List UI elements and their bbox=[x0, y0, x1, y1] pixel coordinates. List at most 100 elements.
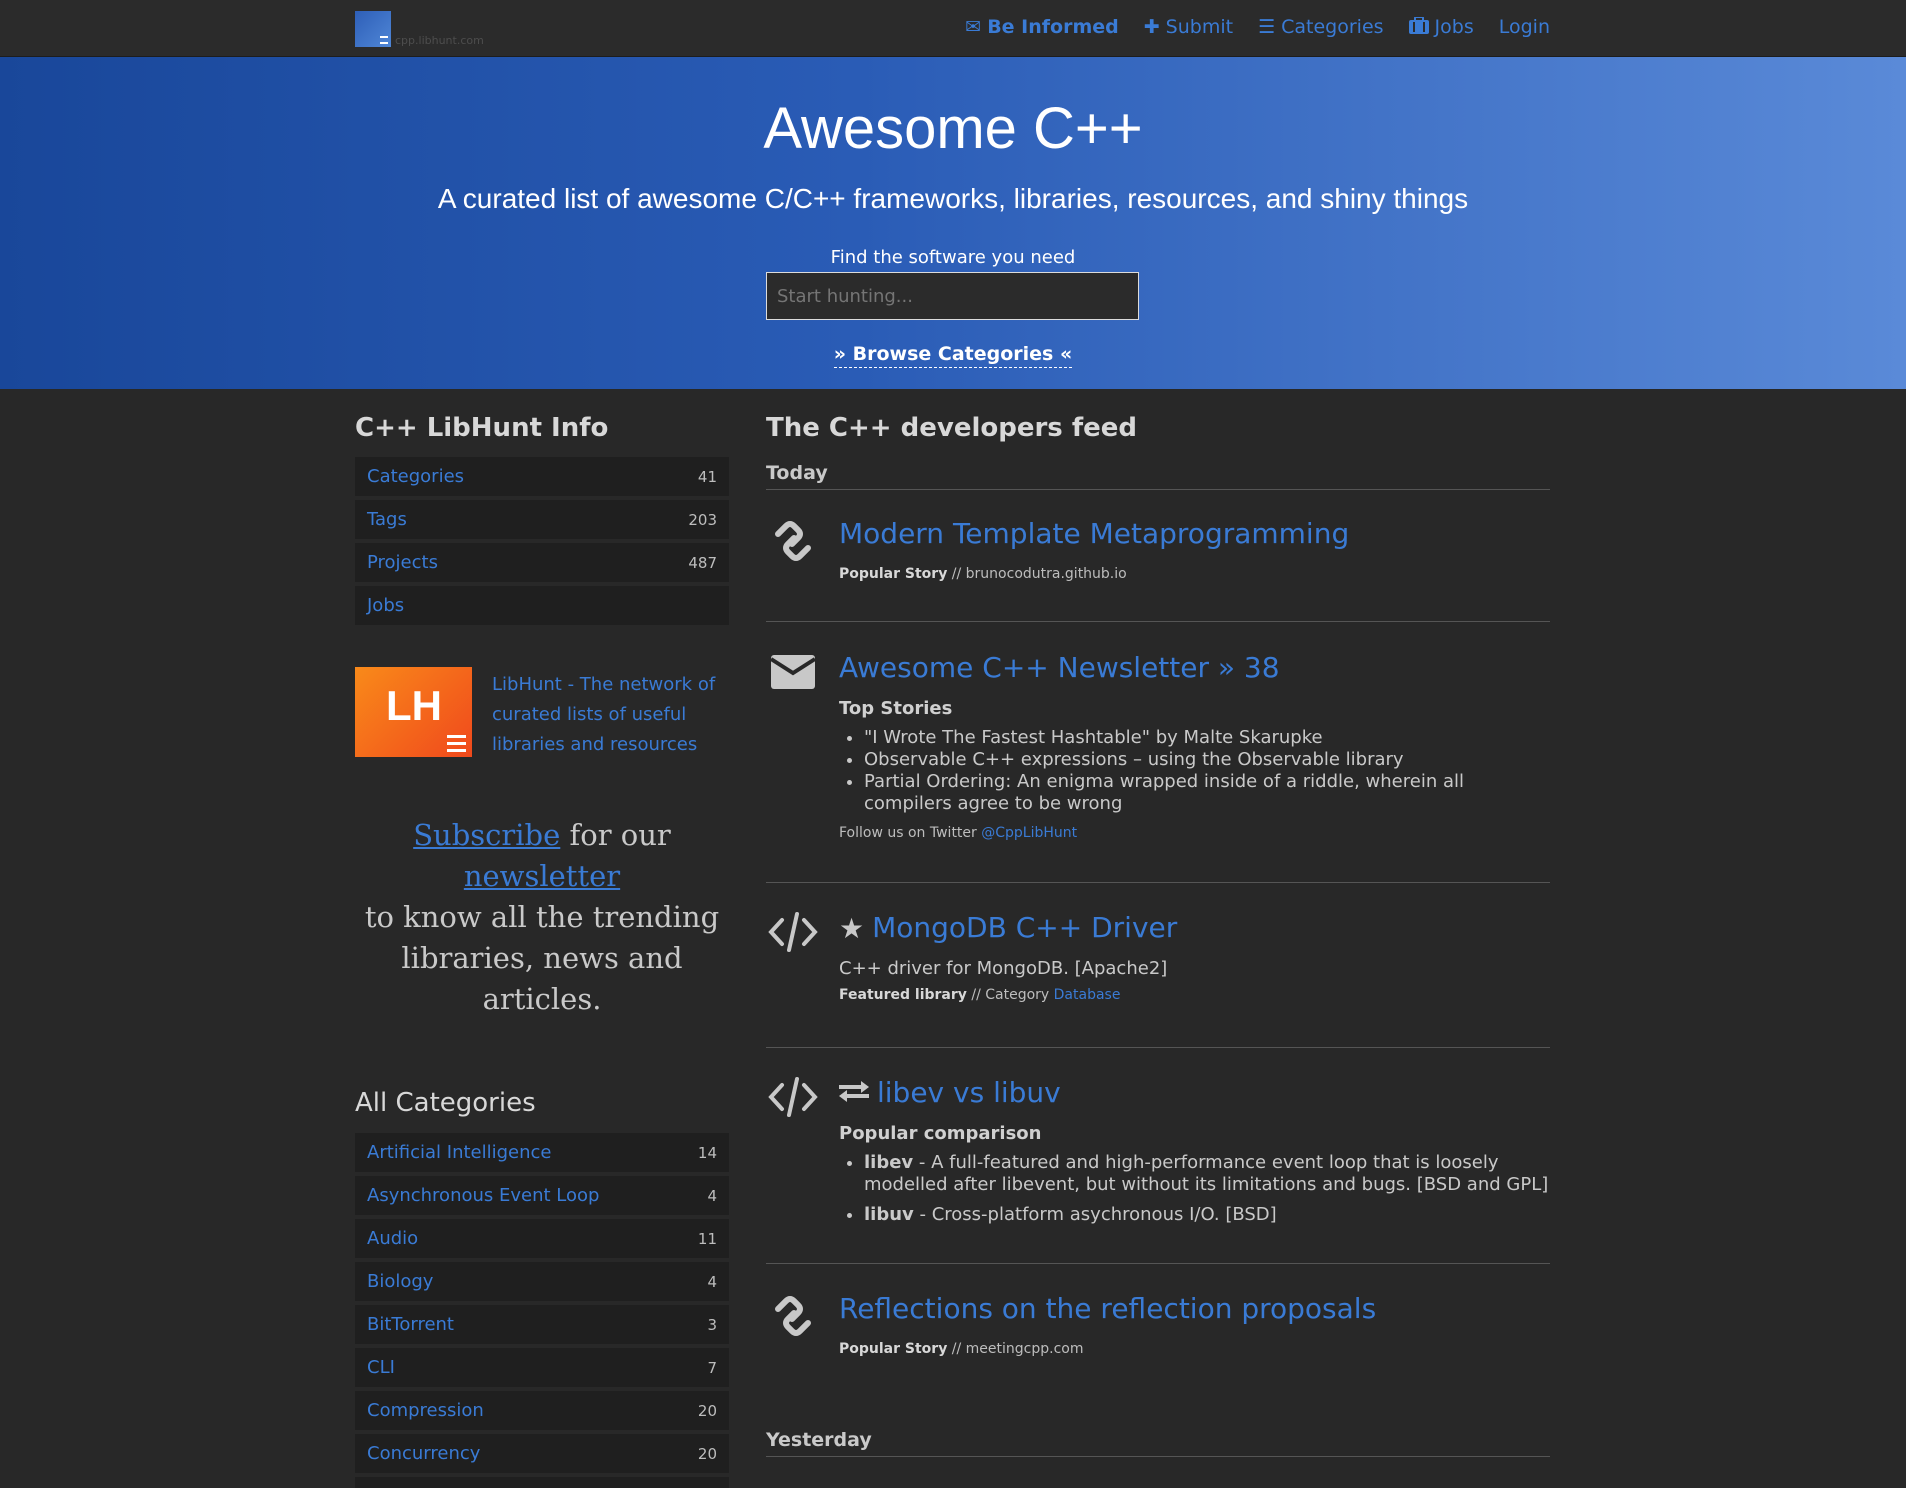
list-item: libuv - Cross-platform asychronous I/O. … bbox=[864, 1204, 1550, 1226]
nav-label: Login bbox=[1498, 16, 1550, 38]
list-item: "I Wrote The Fastest Hashtable" by Malte… bbox=[864, 727, 1550, 749]
row-label: BitTorrent bbox=[367, 1314, 454, 1335]
search-input[interactable] bbox=[766, 272, 1139, 320]
info-row-jobs[interactable]: Jobs bbox=[355, 586, 729, 625]
list-item: Partial Ordering: An enigma wrapped insi… bbox=[864, 771, 1550, 815]
feed-item-meta: Popular Story // meetingcpp.com bbox=[839, 1341, 1550, 1357]
row-count: 4 bbox=[707, 1272, 717, 1291]
libhunt-logo[interactable]: LH bbox=[355, 667, 472, 757]
feed-item-header: ★ MongoDB C++ Driver bbox=[839, 910, 1550, 946]
briefcase-icon bbox=[1408, 15, 1429, 38]
category-link[interactable]: Database bbox=[1054, 987, 1121, 1003]
star-icon: ★ bbox=[839, 911, 865, 945]
twitter-link[interactable]: @CppLibHunt bbox=[981, 825, 1077, 841]
list-icon: ☰ bbox=[1258, 15, 1276, 38]
row-count: 7 bbox=[707, 1358, 717, 1377]
category-list: Artificial Intelligence 14 Asynchronous E… bbox=[355, 1133, 729, 1488]
newsletter-link[interactable]: newsletter bbox=[464, 859, 620, 893]
nav-label: Submit bbox=[1165, 16, 1234, 38]
row-label: Asynchronous Event Loop bbox=[367, 1185, 600, 1206]
feed-item-meta: Popular Story // brunocodutra.github.io bbox=[839, 566, 1550, 582]
subscribe-text: for our bbox=[569, 818, 671, 852]
feed-item: Modern Template Metaprogramming Popular … bbox=[766, 516, 1550, 582]
row-label: Concurrency bbox=[367, 1443, 481, 1464]
meta-type: Popular Story bbox=[839, 566, 948, 582]
nav-be-informed[interactable]: ✉ Be Informed bbox=[965, 16, 1118, 38]
row-label: Tags bbox=[367, 509, 407, 530]
compare-name[interactable]: libev bbox=[864, 1152, 913, 1173]
separator bbox=[766, 882, 1550, 883]
nav-submit[interactable]: ✚ Submit bbox=[1144, 16, 1233, 38]
feed-item-title[interactable]: Modern Template Metaprogramming bbox=[839, 517, 1349, 550]
link-icon bbox=[766, 1291, 820, 1345]
row-count: 20 bbox=[697, 1401, 717, 1420]
brand-logo[interactable] bbox=[355, 11, 391, 47]
feed-item-title[interactable]: libev vs libuv bbox=[877, 1075, 1061, 1111]
compare-desc: - Cross-platform asychronous I/O. [BSD] bbox=[913, 1204, 1277, 1225]
subscribe-tagline: to know all the trending libraries, news… bbox=[364, 900, 720, 1016]
nav-label: Categories bbox=[1281, 16, 1384, 38]
feed-item: libev vs libuv Popular comparison libev … bbox=[766, 1075, 1550, 1226]
category-row[interactable]: Concurrency 20 bbox=[355, 1434, 729, 1473]
feed-item: Awesome C++ Newsletter » 38 Top Stories … bbox=[766, 650, 1550, 841]
row-label: Projects bbox=[367, 552, 438, 573]
envelope-icon: ✉ bbox=[965, 15, 982, 38]
envelope-icon bbox=[766, 650, 820, 704]
category-row[interactable]: Asynchronous Event Loop 4 bbox=[355, 1176, 729, 1215]
row-label: Categories bbox=[367, 466, 465, 487]
feed-item-meta: Featured library // Category Database bbox=[839, 987, 1550, 1003]
libhunt-description-link[interactable]: LibHunt - The network of curated lists o… bbox=[492, 670, 722, 760]
row-count: 11 bbox=[697, 1229, 717, 1248]
category-row[interactable] bbox=[355, 1477, 729, 1488]
nav-label: Jobs bbox=[1434, 16, 1474, 38]
code-icon bbox=[766, 1075, 820, 1129]
category-row[interactable]: Compression 20 bbox=[355, 1391, 729, 1430]
nav-jobs[interactable]: Jobs bbox=[1408, 15, 1474, 38]
libhunt-logo-text: LH bbox=[386, 682, 442, 729]
category-row[interactable]: Artificial Intelligence 14 bbox=[355, 1133, 729, 1172]
row-label: Compression bbox=[367, 1400, 484, 1421]
category-row[interactable]: BitTorrent 3 bbox=[355, 1305, 729, 1344]
nav-login[interactable]: Login bbox=[1499, 16, 1550, 38]
feed-heading: The C++ developers feed bbox=[766, 413, 1138, 443]
feed-item-subheading: Popular comparison bbox=[839, 1123, 1042, 1144]
feed-item-title[interactable]: MongoDB C++ Driver bbox=[872, 910, 1177, 946]
nav-categories[interactable]: ☰ Categories bbox=[1258, 16, 1383, 38]
meta-source: // meetingcpp.com bbox=[947, 1341, 1084, 1357]
info-row-categories[interactable]: Categories 41 bbox=[355, 457, 729, 496]
separator bbox=[766, 1047, 1550, 1048]
all-categories-heading: All Categories bbox=[355, 1088, 536, 1118]
info-heading: C++ LibHunt Info bbox=[355, 413, 609, 443]
code-icon bbox=[766, 910, 820, 964]
row-count: 3 bbox=[707, 1315, 717, 1334]
category-row[interactable]: Audio 11 bbox=[355, 1219, 729, 1258]
compare-desc: - A full-featured and high-performance e… bbox=[864, 1152, 1549, 1195]
row-label: Artificial Intelligence bbox=[367, 1142, 552, 1163]
libhunt-logo-lines bbox=[447, 735, 466, 752]
feed-item-title[interactable]: Awesome C++ Newsletter » 38 bbox=[839, 651, 1280, 684]
subscribe-callout: Subscribe for our newsletter to know all… bbox=[355, 815, 729, 1020]
info-row-tags[interactable]: Tags 203 bbox=[355, 500, 729, 539]
browse-categories-link[interactable]: » Browse Categories « bbox=[0, 343, 1906, 368]
category-row[interactable]: CLI 7 bbox=[355, 1348, 729, 1387]
feed-item-subheading: Top Stories bbox=[839, 698, 953, 719]
compare-arrows-icon bbox=[839, 1079, 869, 1107]
list-item: Observable C++ expressions – using the O… bbox=[864, 749, 1550, 771]
row-count: 14 bbox=[697, 1143, 717, 1162]
row-count: 20 bbox=[697, 1444, 717, 1463]
category-row[interactable]: Biology 4 bbox=[355, 1262, 729, 1301]
meta-rest: // Category bbox=[966, 987, 1054, 1003]
subscribe-link[interactable]: Subscribe bbox=[413, 818, 560, 852]
meta-type: Featured library bbox=[839, 987, 967, 1003]
top-nav: cpp.libhunt.com ✉ Be Informed ✚ Submit ☰… bbox=[0, 0, 1906, 57]
row-label: Audio bbox=[367, 1228, 419, 1249]
brand-text[interactable]: cpp.libhunt.com bbox=[395, 34, 484, 47]
nav-links: ✉ Be Informed ✚ Submit ☰ Categories Jobs… bbox=[965, 15, 1550, 38]
row-count: 41 bbox=[697, 467, 717, 486]
compare-name[interactable]: libuv bbox=[864, 1204, 914, 1225]
feed-item-title[interactable]: Reflections on the reflection proposals bbox=[839, 1292, 1376, 1325]
row-count: 203 bbox=[688, 510, 717, 529]
hero-title: Awesome C++ bbox=[763, 96, 1143, 161]
info-row-projects[interactable]: Projects 487 bbox=[355, 543, 729, 582]
site-brand[interactable]: cpp.libhunt.com bbox=[355, 11, 484, 47]
